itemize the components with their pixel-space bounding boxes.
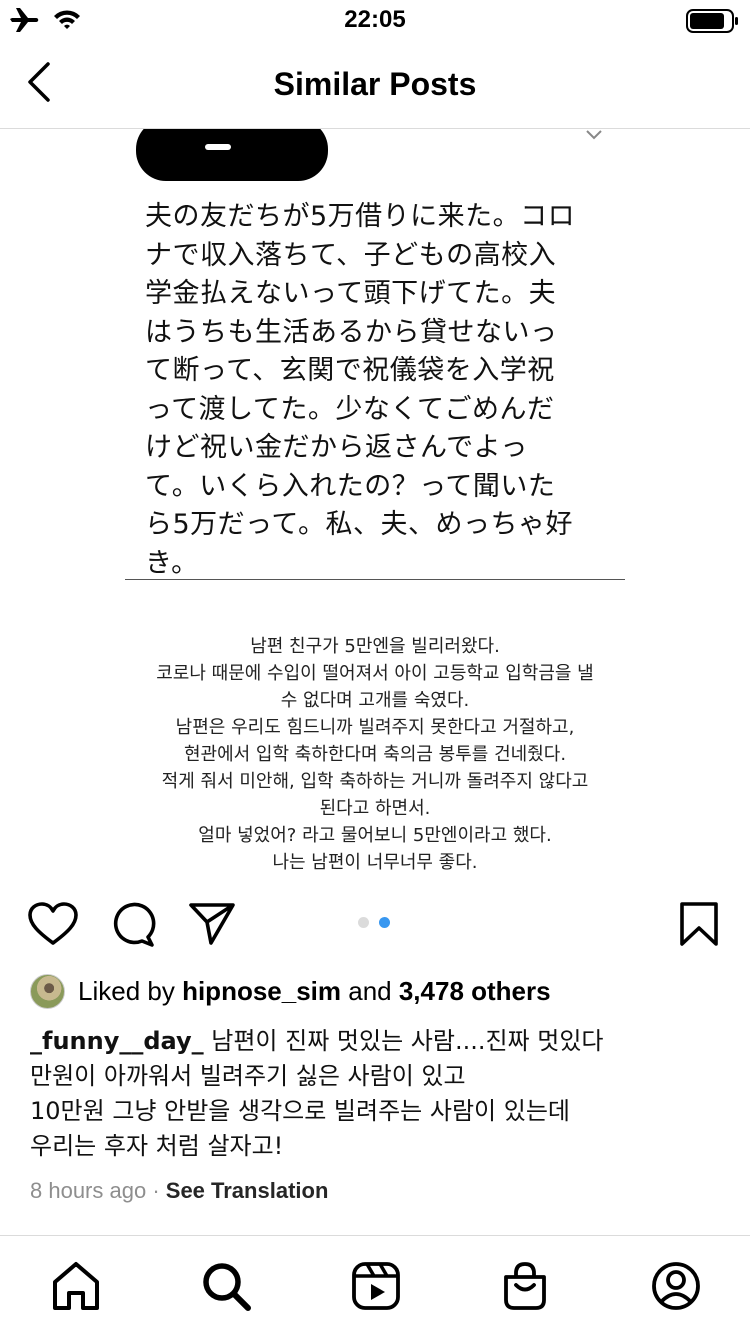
home-icon[interactable] [50,1260,102,1312]
caption-username[interactable]: _funny__day_ [30,1027,204,1055]
translation-line: 수 없다며 고개를 숙였다. [280,690,470,711]
status-time: 22:05 [344,6,406,33]
tab-bar [0,1235,750,1334]
tweet-line: て。いくら入れたの？って聞いた [145,470,556,502]
translation-text: 남편 친구가 5만엔을 빌리러왔다. 코로나 때문에 수입이 떨어져서 아이 고… [75,633,675,876]
post-image[interactable]: 夫の友だちが5万借りに来た。コロ ナで収入落ちて、子どもの高校入 学金払えないっ… [0,129,750,881]
tweet-line: はうちも生活あるから貸せないっ [145,316,558,348]
tweet-line: 学金払えないって頭下げてた。夫 [145,278,557,309]
meta-separator: · [146,1178,166,1203]
comment-icon[interactable] [108,900,156,948]
post-actions [0,890,750,960]
share-icon[interactable] [188,902,236,946]
translation-line: 적게 줘서 미안해, 입학 축하하는 거니까 돌려주지 않다고 [161,771,589,792]
tweet-line: き。 [145,547,199,579]
translation-line: 남편 친구가 5만엔을 빌리러왔다. [250,636,500,657]
translation-line: 현관에서 입학 축하한다며 축의금 봉투를 건네줬다. [183,744,567,765]
carousel-indicator [358,917,398,929]
status-bar: 22:05 [0,0,750,40]
translation-line: 된다고 하면서. [319,798,431,819]
translation-line: 나는 남편이 너무너무 좋다. [272,852,478,873]
tweet-line: ら5万だって。私、夫、めっちゃ好 [145,509,574,540]
nav-bar: Similar Posts [0,40,750,129]
tweet-text: 夫の友だちが5万借りに来た。コロ ナで収入落ちて、子どもの高校入 学金払えないっ… [145,198,615,583]
page-title: Similar Posts [273,66,477,102]
tweet-line: て断って、玄関で祝儀袋を入学祝 [145,355,555,386]
chevron-down-icon [586,130,602,140]
likes-prefix: Liked by [78,976,183,1006]
profile-icon[interactable] [650,1260,702,1312]
liker-username[interactable]: hipnose_sim [182,976,341,1006]
tweet-line: ナで収入落ちて、子どもの高校入 [145,239,557,271]
redacted-username [136,129,328,181]
heart-icon[interactable] [28,902,78,946]
caption-line: 우리는 후자 처럼 살자고! [30,1132,284,1160]
reels-icon[interactable] [350,1260,402,1312]
translation-line: 얼마 넣었어? 라고 물어보니 5만엔이라고 했다. [198,825,552,846]
tweet-line: って渡してた。少なくてごめんだ [145,393,555,425]
see-translation-link[interactable]: See Translation [166,1178,329,1203]
carousel-dot [358,917,369,928]
caption-first-line: 남편이 진짜 멋있는 사람....진짜 멋있다 [203,1027,604,1055]
bookmark-icon[interactable] [680,902,718,946]
caption-line: _funny__day_ 남편이 진짜 멋있는 사람....진짜 멋있다 [30,1024,730,1059]
caption-line: 10만원 그냥 안받을 생각으로 빌려주는 사람이 있는데 [30,1097,570,1125]
divider [125,579,625,580]
tweet-line: 夫の友だちが5万借りに来た。コロ [145,201,576,232]
post-meta: 8 hours ago · See Translation [30,1178,328,1204]
likes-row: Liked by hipnose_sim and 3,478 others [30,972,730,1012]
translation-line: 코로나 때문에 수입이 떨어져서 아이 고등학교 입학금을 낼 [156,663,594,684]
likes-middle: and [341,976,399,1006]
search-icon[interactable] [200,1260,252,1312]
tweet-line: けど祝い金だから返さんでよっ [145,432,528,463]
battery-icon [686,9,738,33]
translation-line: 남편은 우리도 힘드니까 빌려주지 못한다고 거절하고, [175,717,575,738]
time-ago: 8 hours ago [30,1178,147,1203]
carousel-dot-active [379,917,390,928]
redaction-mark [205,144,231,150]
caption: _funny__day_ 남편이 진짜 멋있는 사람....진짜 멋있다 만원이… [30,1024,730,1164]
others-count[interactable]: 3,478 others [399,976,551,1006]
avatar[interactable] [30,974,65,1009]
shop-icon[interactable] [499,1260,551,1312]
caption-line: 만원이 아까워서 빌려주기 싫은 사람이 있고 [30,1062,466,1090]
likes-text[interactable]: Liked by hipnose_sim and 3,478 others [78,976,551,1007]
